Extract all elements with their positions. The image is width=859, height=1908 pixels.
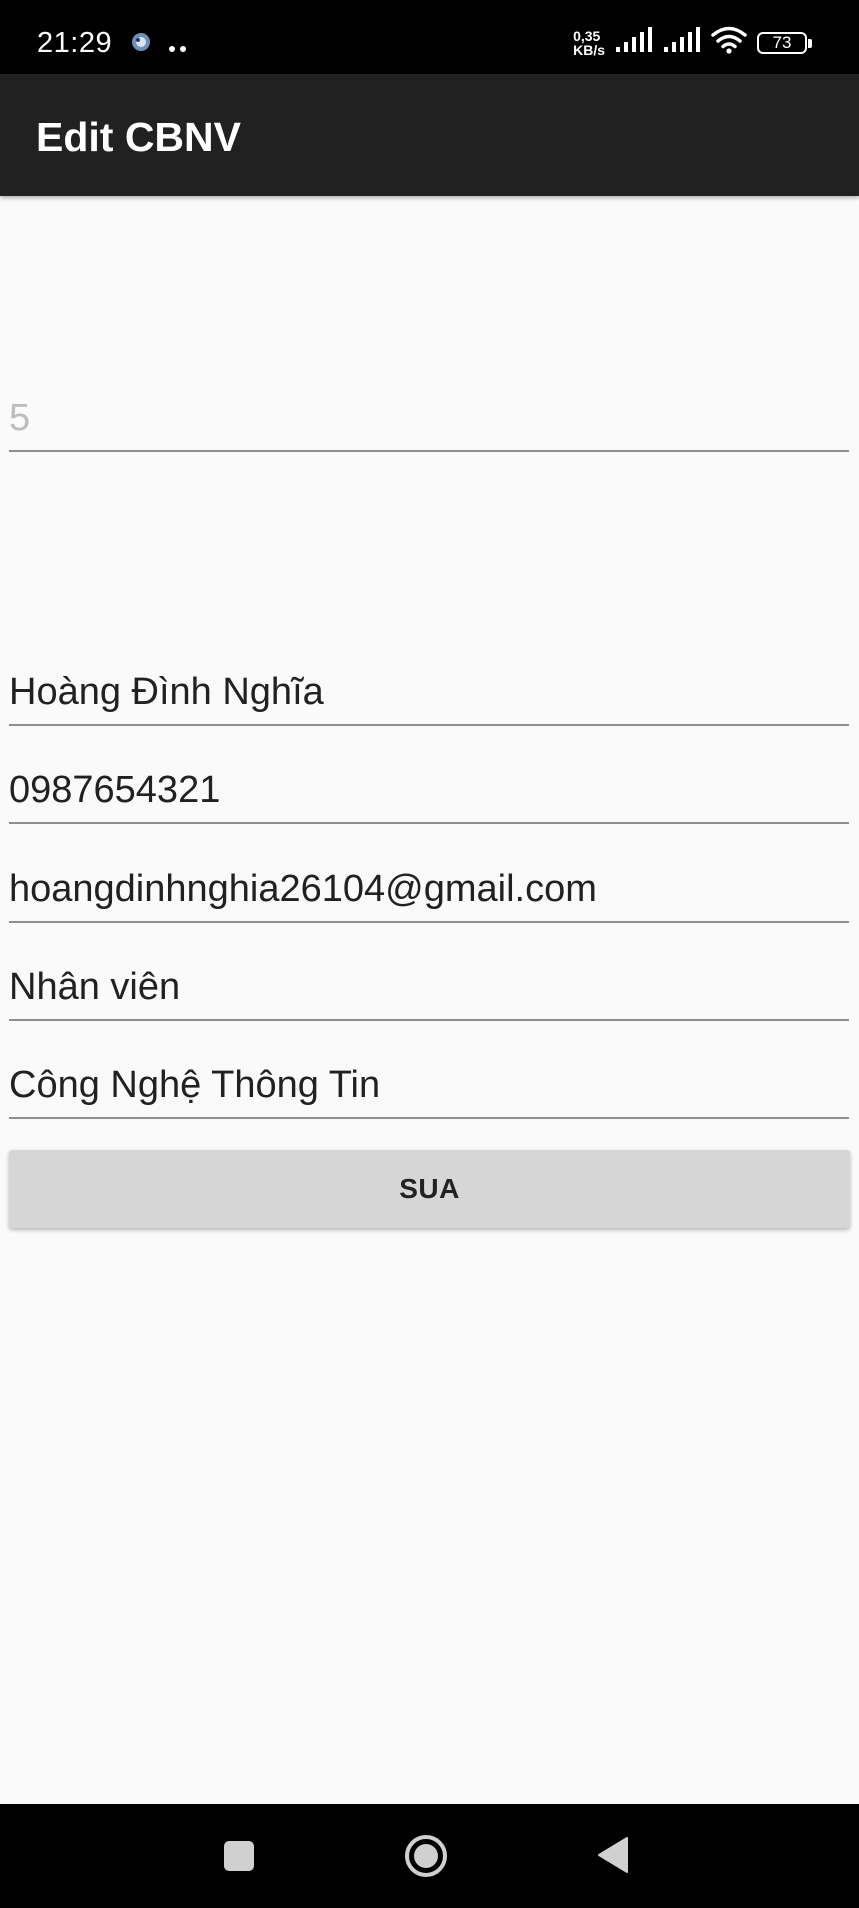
department-field[interactable]: Công Nghệ Thông Tin: [9, 1047, 849, 1119]
status-bar: 21:29 0,35 KB/s 73: [0, 0, 859, 74]
net-speed: 0,35 KB/s: [573, 29, 605, 57]
position-field[interactable]: Nhân viên: [9, 949, 849, 1021]
phone-field[interactable]: 0987654321: [9, 752, 849, 824]
net-speed-value: 0,35: [573, 27, 601, 44]
more-dots-icon: [168, 40, 188, 58]
position-field-value: Nhân viên: [9, 966, 181, 1008]
back-triangle-icon[interactable]: [597, 1836, 629, 1879]
status-time: 21:29: [37, 27, 113, 59]
signal-icon: [663, 27, 701, 58]
id-field-hint: 5: [9, 397, 31, 439]
page-title: Edit CBNV: [36, 114, 241, 160]
wifi-icon: [711, 26, 747, 59]
net-speed-unit: KB/s: [573, 41, 605, 58]
name-field-value: Hoàng Đình Nghĩa: [9, 671, 324, 713]
status-right-group: 0,35 KB/s 73: [573, 26, 812, 59]
system-nav-bar: [0, 1804, 859, 1908]
id-field[interactable]: 5: [9, 380, 849, 452]
email-field-value: hoangdinhnghia26104@gmail.com: [9, 868, 597, 910]
email-field[interactable]: hoangdinhnghia26104@gmail.com: [9, 851, 849, 923]
signal-icon: [615, 27, 653, 58]
submit-button[interactable]: SUA: [9, 1150, 850, 1228]
app-bar: Edit CBNV: [0, 74, 859, 196]
battery-icon: 73: [757, 31, 812, 54]
phone-field-value: 0987654321: [9, 769, 221, 811]
home-circle-icon[interactable]: [404, 1834, 448, 1883]
recents-square-icon[interactable]: [223, 1840, 255, 1877]
battery-level: 73: [772, 33, 792, 52]
app-notification-icon: [128, 30, 154, 59]
department-field-value: Công Nghệ Thông Tin: [9, 1064, 381, 1106]
name-field[interactable]: Hoàng Đình Nghĩa: [9, 654, 849, 726]
